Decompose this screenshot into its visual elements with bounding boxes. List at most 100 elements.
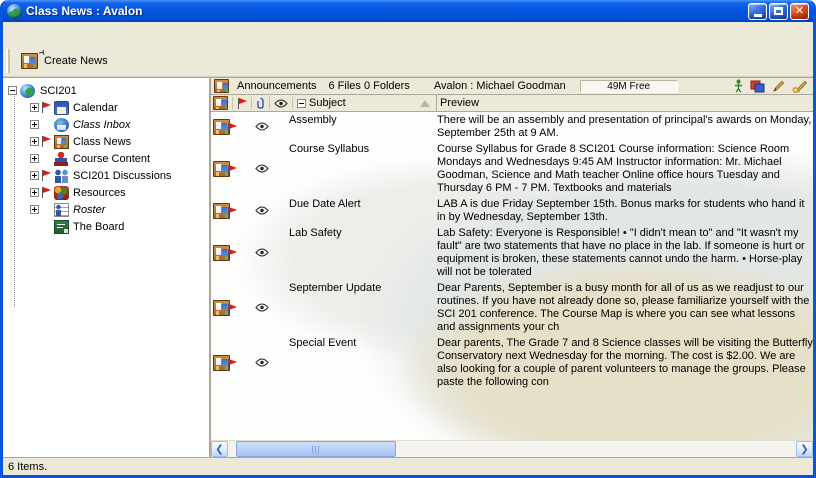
permissions-pen-key-icon[interactable]	[792, 80, 808, 93]
message-row[interactable]: Special Event Dear parents, The Grade 7 …	[211, 335, 813, 390]
resources-icon	[54, 186, 69, 200]
who-is-online-icon[interactable]	[734, 79, 743, 93]
item-count: 6 Items.	[8, 461, 47, 473]
subject-column-label: Subject	[309, 97, 346, 109]
flag-icon	[41, 135, 51, 148]
item-type-column-icon[interactable]	[213, 96, 228, 110]
scroll-right-button[interactable]: ❯	[796, 441, 813, 457]
toolbar-gripper[interactable]	[6, 49, 10, 73]
tree-item-label: Roster	[71, 204, 105, 216]
maximize-button[interactable]	[769, 3, 788, 20]
file-folder-counts: 6 Files 0 Folders	[329, 80, 410, 92]
message-row[interactable]: Lab Safety Lab Safety: Everyone is Respo…	[211, 225, 813, 280]
preview-column-label: Preview	[440, 97, 479, 109]
collapse-box-icon[interactable]	[8, 86, 17, 95]
message-row[interactable]: Assembly There will be an assembly and p…	[211, 112, 813, 141]
subject-column-header[interactable]: Subject	[211, 95, 437, 111]
expand-box-icon[interactable]	[30, 205, 39, 214]
collapse-all-icon[interactable]	[297, 99, 306, 108]
tree-item[interactable]: Resources	[3, 184, 209, 201]
eye-icon	[255, 122, 269, 131]
message-preview: Course Syllabus for Grade 8 SCI201 Cours…	[437, 142, 813, 195]
tree-root-sci201[interactable]: SCI201	[3, 82, 209, 99]
sort-ascending-icon	[420, 100, 430, 107]
message-preview: Dear parents, The Grade 7 and 8 Science …	[437, 336, 813, 389]
tree-item-label: The Board	[71, 221, 124, 233]
tree-connector-line	[14, 94, 15, 308]
tree-item-label: Calendar	[71, 102, 118, 114]
message-subject: Lab Safety	[279, 226, 437, 279]
expand-box-icon[interactable]	[30, 188, 39, 197]
menu-item[interactable]	[6, 31, 22, 37]
horizontal-scrollbar: ❮ ❯	[211, 440, 813, 457]
close-button[interactable]: ✕	[790, 3, 809, 20]
app-window: Class News : Avalon ✕ Create News SCI201	[0, 0, 816, 478]
expand-box-icon[interactable]	[30, 103, 39, 112]
message-subject: Course Syllabus	[279, 142, 437, 195]
scroll-left-button[interactable]: ❮	[211, 441, 228, 457]
scrollbar-track[interactable]	[228, 441, 796, 457]
menu-bar	[3, 22, 813, 45]
message-list: Assembly There will be an assembly and p…	[211, 112, 813, 440]
status-bar: 6 Items.	[3, 457, 813, 475]
message-preview: There will be an assembly and presentati…	[437, 113, 813, 140]
expand-box-icon[interactable]	[30, 120, 39, 129]
create-news-icon	[21, 53, 38, 69]
tree-root-label: SCI201	[38, 85, 77, 97]
minimize-button[interactable]	[748, 3, 767, 20]
tree-item[interactable]: Class News	[3, 133, 209, 150]
expand-box-icon[interactable]	[30, 137, 39, 146]
tree-item-label: Resources	[71, 187, 126, 199]
tree-item[interactable]: Roster	[3, 201, 209, 218]
menu-item[interactable]	[54, 31, 70, 37]
message-row[interactable]: Course Syllabus Course Syllabus for Grad…	[211, 141, 813, 196]
message-subject: Assembly	[279, 113, 437, 140]
tree-item[interactable]: Calendar	[3, 99, 209, 116]
menu-item[interactable]	[86, 31, 102, 37]
message-preview: Lab Safety: Everyone is Responsible! • "…	[437, 226, 813, 279]
menu-item[interactable]	[70, 31, 86, 37]
flag-icon	[41, 169, 51, 182]
flag-icon	[41, 186, 51, 199]
message-subject: September Update	[279, 281, 437, 334]
edit-pencil-icon[interactable]	[772, 80, 785, 93]
tree-item-label: Course Content	[71, 153, 150, 165]
inbox-icon	[54, 118, 69, 132]
tree-item[interactable]: Course Content	[3, 150, 209, 167]
expand-box-icon[interactable]	[30, 171, 39, 180]
attachment-column-icon[interactable]	[256, 97, 265, 110]
flag-icon	[227, 248, 237, 261]
scrollbar-thumb[interactable]	[236, 441, 396, 457]
flag-column-icon[interactable]	[237, 97, 247, 110]
list-header-bar: Announcements 6 Files 0 Folders Avalon :…	[211, 78, 813, 95]
message-row[interactable]: September Update Dear Parents, September…	[211, 280, 813, 335]
tree-item-label: Class News	[71, 136, 131, 148]
preview-column-header[interactable]: Preview	[437, 95, 813, 111]
roster-icon	[54, 203, 69, 217]
eye-icon	[255, 248, 269, 257]
tree-item-label: Class Inbox	[71, 119, 130, 131]
create-news-label: Create News	[44, 55, 108, 67]
title-bar[interactable]: Class News : Avalon ✕	[3, 0, 813, 22]
menu-item[interactable]	[102, 31, 118, 37]
discussions-icon	[54, 169, 69, 183]
expand-box-icon[interactable]	[30, 154, 39, 163]
create-news-button[interactable]: Create News	[14, 49, 117, 73]
globe-icon	[20, 84, 35, 98]
menu-item[interactable]	[38, 31, 54, 37]
flag-icon	[227, 122, 237, 135]
flag-icon	[41, 101, 51, 114]
message-list-panel: Announcements 6 Files 0 Folders Avalon :…	[211, 78, 813, 457]
eye-icon	[255, 164, 269, 173]
toolbar: Create News	[3, 45, 813, 77]
course-content-icon	[54, 152, 69, 166]
message-row[interactable]: Due Date Alert LAB A is due Friday Septe…	[211, 196, 813, 225]
tree-item[interactable]: SCI201 Discussions	[3, 167, 209, 184]
news-icon	[54, 135, 69, 149]
tree-item[interactable]: The Board	[3, 218, 209, 235]
folder-name: Announcements	[237, 80, 317, 92]
tree-item[interactable]: Class Inbox	[3, 116, 209, 133]
split-view-icon[interactable]	[750, 80, 765, 93]
viewed-column-icon[interactable]	[274, 99, 288, 108]
menu-item[interactable]	[22, 31, 38, 37]
